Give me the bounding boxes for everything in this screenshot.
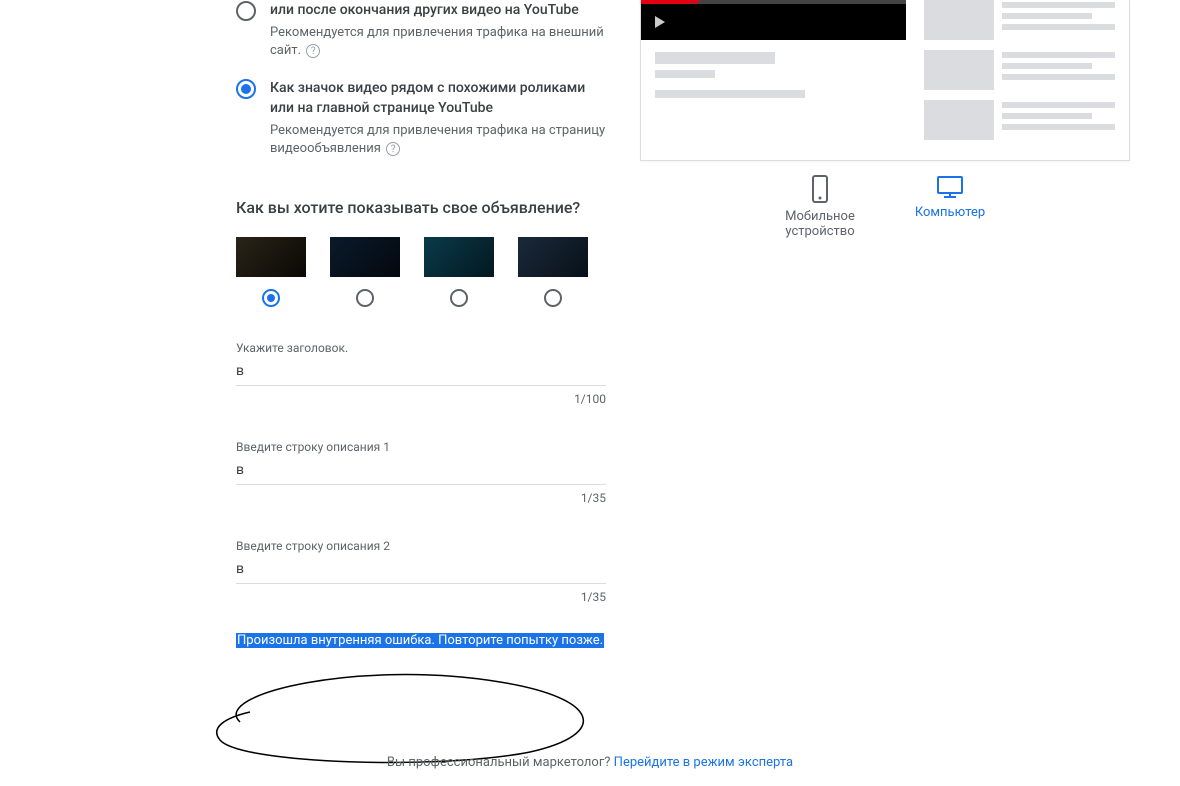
desc1-field-group: Введите строку описания 1 в 1/35 — [236, 440, 606, 505]
desktop-icon — [936, 175, 964, 199]
headline-label: Укажите заголовок. — [236, 341, 606, 355]
device-tabs: Мобильное устройство Компьютер — [640, 161, 1130, 249]
option-in-stream[interactable]: или после окончания других видео на YouT… — [236, 0, 606, 60]
headline-input[interactable]: в — [236, 363, 606, 385]
radio-icon[interactable] — [236, 1, 256, 21]
radio-icon[interactable] — [236, 79, 256, 99]
thumbnail-option-2[interactable] — [330, 237, 400, 277]
device-tab-label: Мобильное устройство — [785, 209, 855, 239]
skeleton-line — [655, 90, 805, 98]
option-title: Как значок видео рядом с похожими ролика… — [270, 78, 606, 118]
thumbnail-row — [236, 237, 606, 307]
device-tab-mobile[interactable]: Мобильное устройство — [775, 175, 865, 239]
desc1-counter: 1/35 — [236, 491, 606, 505]
thumbnail-radio-2[interactable] — [356, 289, 374, 307]
desc2-label: Введите строку описания 2 — [236, 539, 606, 553]
expert-mode-link[interactable]: Перейдите в режим эксперта — [614, 755, 793, 770]
footer: Вы профессиональный маркетолог? Перейдит… — [0, 755, 1180, 770]
thumbnail-radio-4[interactable] — [544, 289, 562, 307]
headline-counter: 1/100 — [236, 392, 606, 406]
skeleton-line — [655, 70, 715, 78]
thumbnail-section-heading: Как вы хотите показывать свое объявление… — [236, 198, 606, 217]
desc2-field-group: Введите строку описания 2 в 1/35 — [236, 539, 606, 604]
preview-side-item — [924, 0, 1115, 40]
thumbnail-option-3[interactable] — [424, 237, 494, 277]
help-icon[interactable]: ? — [306, 44, 320, 58]
footer-question: Вы профессиональный маркетолог? — [387, 755, 614, 770]
error-row: Произошла внутренняя ошибка. Повторите п… — [236, 632, 606, 648]
option-discovery[interactable]: Как значок видео рядом с похожими ролика… — [236, 78, 606, 158]
thumbnail-option-1[interactable] — [236, 237, 306, 277]
thumbnail-radio-1[interactable] — [262, 289, 280, 307]
thumbnail-radio-3[interactable] — [450, 289, 468, 307]
desc2-counter: 1/35 — [236, 590, 606, 604]
headline-field-group: Укажите заголовок. в 1/100 — [236, 341, 606, 406]
ad-preview-card — [640, 0, 1130, 161]
error-message: Произошла внутренняя ошибка. Повторите п… — [236, 633, 604, 648]
desc1-label: Введите строку описания 1 — [236, 440, 606, 454]
desc2-input[interactable]: в — [236, 561, 606, 583]
preview-side-item — [924, 50, 1115, 90]
preview-side-item — [924, 100, 1115, 140]
device-tab-desktop[interactable]: Компьютер — [905, 175, 995, 239]
mobile-icon — [810, 175, 830, 203]
desc1-input[interactable]: в — [236, 462, 606, 484]
skeleton-line — [655, 52, 775, 64]
option-subtitle: Рекомендуется для привлечения трафика на… — [270, 122, 606, 158]
play-icon — [655, 16, 665, 28]
option-subtitle: Рекомендуется для привлечения трафика на… — [270, 24, 606, 60]
preview-video-controls — [641, 4, 906, 40]
option-title: или после окончания других видео на YouT… — [270, 0, 606, 20]
device-tab-label: Компьютер — [915, 205, 985, 220]
thumbnail-option-4[interactable] — [518, 237, 588, 277]
help-icon[interactable]: ? — [386, 142, 400, 156]
